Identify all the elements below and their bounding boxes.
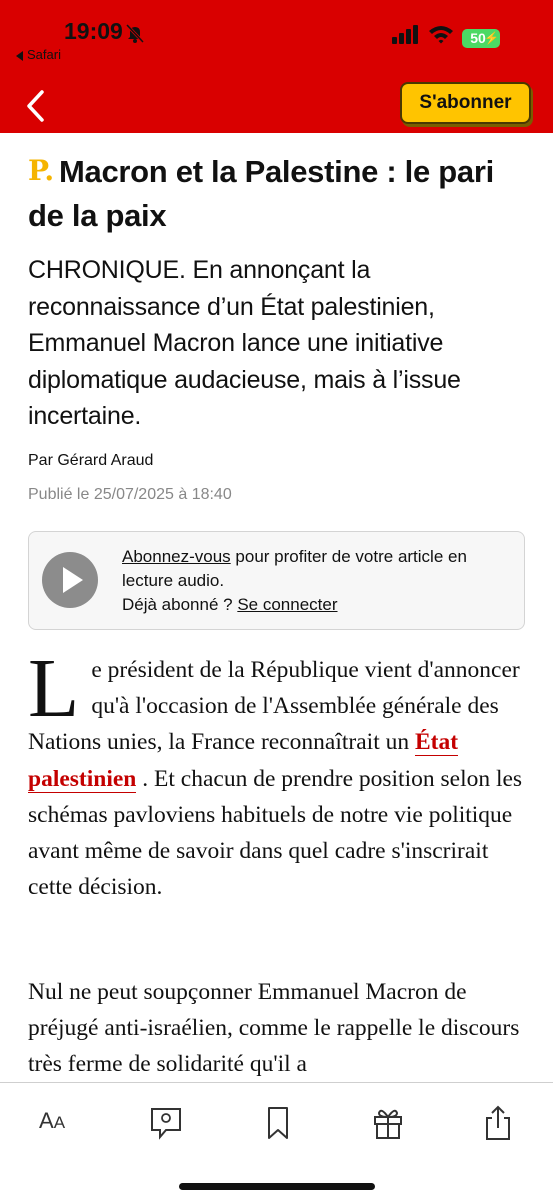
article-title: Macron et la Palestine : le pari de la p…	[28, 154, 494, 233]
text-size-icon[interactable]: AA	[39, 1108, 65, 1134]
top-bar: 19:09 Safari 50 ⚡ S'abonner	[0, 0, 553, 133]
article-chapo: CHRONIQUE. En annonçant la reconnaissanc…	[28, 256, 461, 430]
back-chevron-icon[interactable]	[24, 88, 48, 124]
comment-icon[interactable]	[146, 1103, 186, 1143]
back-to-app[interactable]: Safari	[16, 47, 61, 62]
article-paragraph: Le président de la République vient d'an…	[28, 642, 528, 905]
battery-indicator: 50 ⚡	[462, 29, 500, 48]
audio-promo-box: Abonnez-vous pour profiter de votre arti…	[28, 531, 525, 630]
share-icon[interactable]	[478, 1103, 518, 1143]
article-paragraph-2: Nul ne peut soupçonner Emmanuel Ma­cron …	[28, 979, 520, 1078]
audio-promo-text: Abonnez-vous pour profiter de votre arti…	[122, 545, 512, 617]
login-link[interactable]: Se connecter	[237, 595, 337, 614]
text-size-small-a: A	[53, 1113, 66, 1132]
already-subscribed-text: Déjà abonné ?	[122, 595, 238, 614]
publish-date: Publié le 25/07/2025 à 18:40	[28, 486, 232, 503]
subscribe-link[interactable]: Abonnez-vous	[122, 547, 231, 566]
play-icon	[63, 567, 83, 593]
bookmark-icon[interactable]	[258, 1103, 298, 1143]
status-time: 19:09	[64, 18, 123, 44]
gift-icon[interactable]	[368, 1103, 408, 1143]
charging-bolt-icon: ⚡	[484, 31, 499, 45]
article-author: Par Gérard Araud	[28, 452, 154, 469]
play-audio-button[interactable]	[42, 552, 98, 608]
text-size-large-a: A	[39, 1108, 54, 1133]
cellular-signal-icon	[392, 25, 418, 44]
back-app-label: Safari	[27, 47, 61, 62]
subscribe-button[interactable]: S'abonner	[400, 82, 531, 124]
wifi-icon	[429, 26, 453, 44]
home-indicator	[179, 1183, 375, 1190]
back-triangle-icon	[16, 50, 23, 61]
bell-off-icon	[125, 23, 145, 44]
drop-cap: L	[28, 642, 80, 735]
